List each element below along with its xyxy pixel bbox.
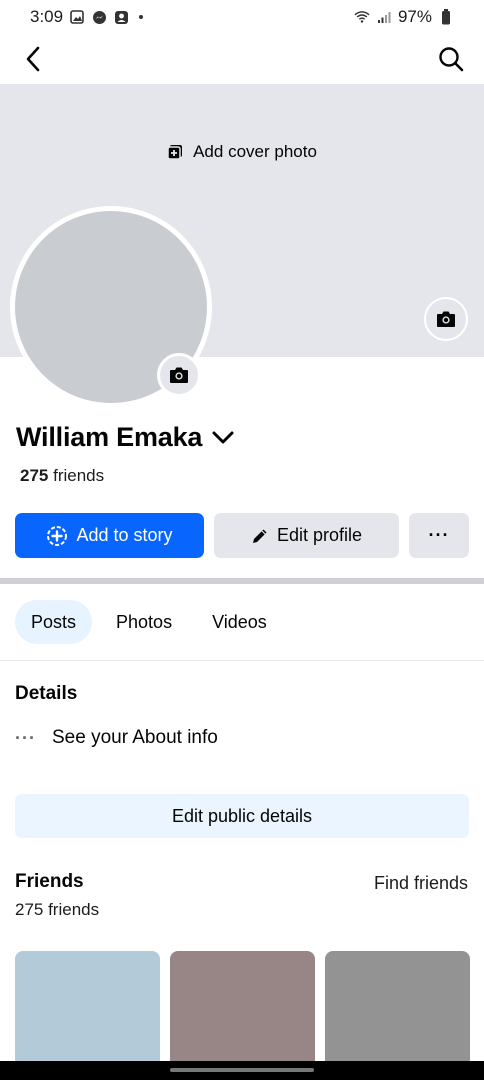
status-left: 3:09 bbox=[30, 7, 144, 27]
messenger-icon bbox=[91, 9, 107, 25]
cover-camera-button[interactable] bbox=[424, 297, 468, 341]
friends-subcount: 275 friends bbox=[15, 900, 100, 919]
search-button[interactable] bbox=[436, 44, 466, 74]
find-friends-link[interactable]: Find friends bbox=[374, 873, 468, 894]
home-gesture-handle[interactable] bbox=[170, 1068, 314, 1072]
friends-heading: Friends bbox=[15, 871, 84, 892]
see-about-info-label: See your About info bbox=[51, 727, 218, 748]
chevron-down-icon bbox=[212, 431, 234, 443]
profile-tabs: Posts Photos Videos bbox=[15, 600, 283, 644]
status-time: 3:09 bbox=[30, 7, 64, 26]
add-story-icon bbox=[47, 525, 68, 546]
add-to-story-button[interactable]: Add to story bbox=[15, 513, 204, 558]
battery-icon bbox=[438, 9, 454, 25]
add-photo-icon bbox=[167, 145, 183, 160]
search-icon bbox=[439, 47, 464, 72]
tabs-divider bbox=[0, 660, 484, 661]
edit-profile-button[interactable]: Edit profile bbox=[214, 513, 399, 558]
add-cover-photo-label: Add cover photo bbox=[193, 142, 317, 161]
edit-profile-label: Edit profile bbox=[276, 525, 363, 545]
status-bar: 3:09 97% bbox=[0, 0, 484, 34]
pencil-icon bbox=[252, 529, 267, 543]
camera-icon bbox=[170, 367, 188, 383]
camera-icon bbox=[437, 311, 455, 327]
wifi-icon bbox=[354, 9, 370, 25]
add-to-story-label: Add to story bbox=[76, 525, 173, 545]
tab-posts[interactable]: Posts bbox=[15, 600, 93, 644]
section-divider bbox=[0, 578, 484, 584]
add-cover-photo-button[interactable]: Add cover photo bbox=[0, 142, 484, 162]
profile-camera-button[interactable] bbox=[157, 353, 201, 397]
gallery-icon bbox=[69, 9, 85, 25]
app-icon bbox=[113, 9, 129, 25]
top-nav bbox=[0, 34, 484, 84]
friends-count-number: 275 bbox=[20, 466, 49, 485]
back-button[interactable] bbox=[18, 44, 48, 74]
more-dots-icon: ··· bbox=[15, 727, 36, 748]
signal-icon bbox=[376, 9, 392, 25]
battery-percent: 97% bbox=[397, 7, 432, 26]
tab-photos[interactable]: Photos bbox=[100, 600, 188, 644]
tab-videos[interactable]: Videos bbox=[196, 600, 283, 644]
profile-screen: 3:09 97% Add cover photo William Emaka 2… bbox=[0, 0, 484, 1080]
profile-actions: Add to story Edit profile ··· bbox=[15, 513, 469, 558]
profile-name: William Emaka bbox=[16, 422, 203, 452]
details-heading: Details bbox=[15, 683, 78, 704]
friends-count-label: friends bbox=[53, 466, 105, 485]
friends-count[interactable]: 275 friends bbox=[20, 466, 104, 486]
more-icon: ··· bbox=[428, 525, 450, 545]
edit-public-details-button[interactable]: Edit public details bbox=[15, 794, 469, 838]
profile-name-switcher[interactable]: William Emaka bbox=[16, 422, 234, 453]
see-about-info-row[interactable]: ··· See your About info bbox=[15, 727, 218, 749]
notification-dot bbox=[139, 15, 144, 19]
more-options-button[interactable]: ··· bbox=[409, 513, 469, 558]
status-right: 97% bbox=[354, 7, 454, 27]
chevron-left-icon bbox=[26, 46, 40, 72]
